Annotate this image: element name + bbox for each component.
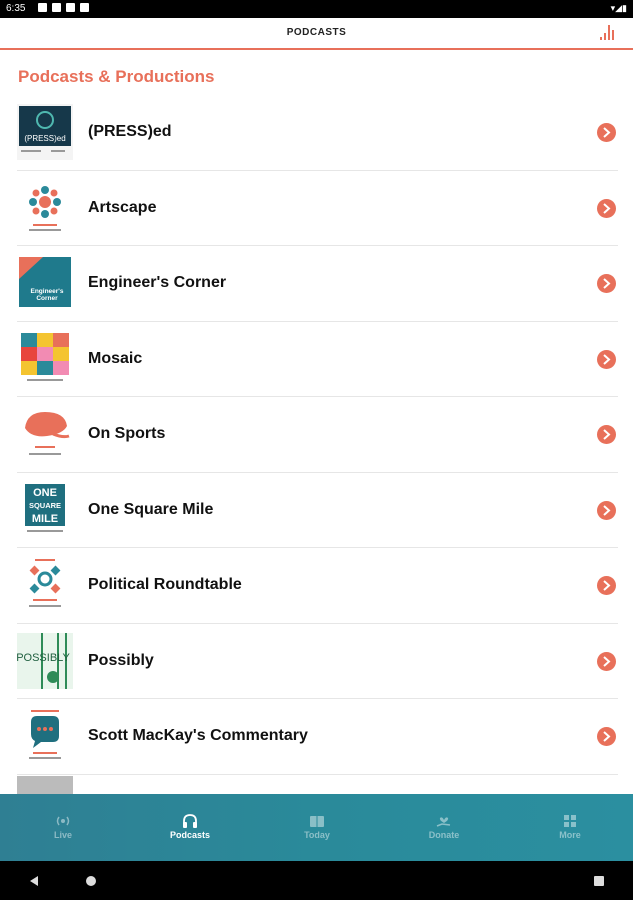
podcast-title: Mosaic <box>88 349 143 367</box>
svg-text:SQUARE: SQUARE <box>29 501 61 510</box>
play-icon <box>38 3 47 12</box>
podcast-thumbnail-partial <box>17 776 73 794</box>
list-item[interactable]: Mosaic <box>17 322 618 397</box>
podcast-title: On Sports <box>88 425 166 442</box>
home-icon[interactable] <box>85 875 97 887</box>
podcast-thumbnail <box>17 708 73 764</box>
svg-text:MILE: MILE <box>32 513 58 525</box>
podcast-thumbnail <box>17 179 73 236</box>
storage-icon <box>80 3 89 12</box>
notification-icon <box>52 3 61 12</box>
status-bar: 6:35 ▾◢▮ <box>0 0 633 18</box>
nav-item-live[interactable]: Live <box>0 794 126 861</box>
section-heading: Podcasts & Productions <box>18 67 215 86</box>
svg-text:(PRESS)ed: (PRESS)ed <box>24 134 65 143</box>
podcast-title: One Square Mile <box>88 500 214 518</box>
chevron-right-icon[interactable] <box>597 123 616 142</box>
nav-label: Today <box>304 830 330 840</box>
nav-label: Podcasts <box>169 830 211 840</box>
podcast-title: Possibly <box>88 651 154 669</box>
svg-text:POSSIBLY: POSSIBLY <box>17 652 70 664</box>
podcast-thumbnail: ONE SQUARE MILE <box>17 482 73 538</box>
chevron-right-icon[interactable] <box>597 425 616 444</box>
chevron-right-icon[interactable] <box>597 727 616 746</box>
chevron-right-icon[interactable] <box>597 500 616 520</box>
nav-item-more[interactable]: More <box>507 794 633 861</box>
list-item[interactable]: On Sports <box>17 397 618 473</box>
equalizer-icon[interactable] <box>599 24 617 40</box>
recents-icon[interactable] <box>593 875 605 887</box>
status-time: 6:35 <box>6 3 26 14</box>
nav-item-donate[interactable]: Donate <box>381 794 507 861</box>
svg-text:ONE: ONE <box>33 487 57 499</box>
chevron-right-icon[interactable] <box>597 349 616 369</box>
list-item[interactable]: Artscape <box>17 171 618 246</box>
list-item[interactable]: ONE SQUARE MILE One Square Mile <box>17 473 618 548</box>
svg-text:Engineer's: Engineer's <box>31 288 64 295</box>
nav-label: Live <box>53 830 72 840</box>
podcast-list: (PRESS)ed (PRESS)ed Artscape Engineer's … <box>17 95 618 775</box>
chevron-right-icon[interactable] <box>597 198 616 218</box>
battery-icon: ▾◢▮ <box>610 3 627 13</box>
list-item[interactable]: Scott MacKay's Commentary <box>17 699 618 775</box>
app-icon <box>66 3 75 12</box>
app-bar: PODCASTS <box>0 18 633 50</box>
podcast-title: Engineer's Corner <box>88 274 227 291</box>
podcast-title: Political Roundtable <box>88 576 242 593</box>
svg-text:Corner: Corner <box>36 295 58 302</box>
back-icon[interactable] <box>28 875 40 887</box>
broadcast-icon <box>56 816 70 826</box>
list-item[interactable]: Engineer's Corner Engineer's Corner <box>17 246 618 322</box>
podcast-thumbnail: POSSIBLY <box>17 632 73 689</box>
podcast-thumbnail <box>17 557 73 613</box>
chevron-right-icon[interactable] <box>597 576 616 595</box>
chevron-right-icon[interactable] <box>597 651 616 671</box>
podcast-thumbnail <box>17 331 73 387</box>
podcast-thumbnail: Engineer's Corner <box>17 255 73 311</box>
system-navigation-bar <box>0 861 633 900</box>
book-icon <box>310 816 324 827</box>
podcast-title: Scott MacKay's Commentary <box>88 727 308 744</box>
headphones-icon <box>183 814 197 828</box>
podcast-title: (PRESS)ed <box>88 123 172 140</box>
nav-label: Donate <box>428 830 460 840</box>
bottom-navigation: Live Podcasts Today Donate More <box>0 794 633 861</box>
list-item[interactable]: Political Roundtable <box>17 548 618 624</box>
nav-item-today[interactable]: Today <box>254 794 380 861</box>
list-item[interactable]: (PRESS)ed (PRESS)ed <box>17 95 618 171</box>
grid-icon <box>564 815 576 827</box>
heart-hand-icon <box>436 817 451 827</box>
chevron-right-icon[interactable] <box>597 274 616 293</box>
podcast-title: Artscape <box>88 198 157 216</box>
nav-label: More <box>559 830 581 840</box>
nav-item-podcasts[interactable]: Podcasts <box>127 794 253 861</box>
podcast-thumbnail: (PRESS)ed <box>17 104 73 160</box>
podcast-thumbnail <box>17 406 73 462</box>
page-title: PODCASTS <box>286 27 347 38</box>
list-item[interactable]: POSSIBLY Possibly <box>17 624 618 699</box>
